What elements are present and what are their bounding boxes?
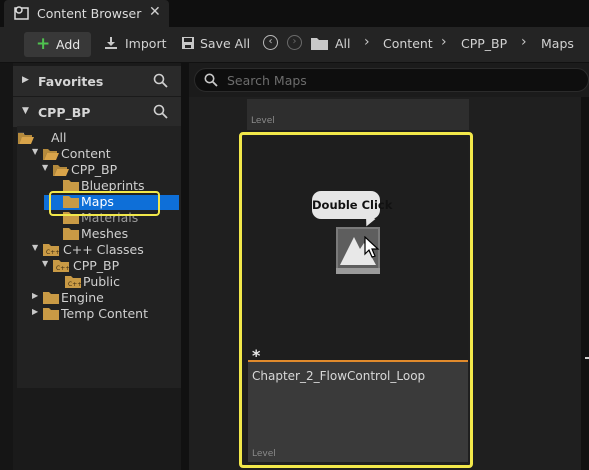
asset-type-label: Level: [251, 116, 275, 126]
plus-icon: +: [36, 34, 51, 54]
save-icon: [182, 37, 194, 49]
svg-text:C++: C++: [46, 249, 59, 256]
expand-arrow-icon: ▶: [22, 75, 29, 85]
cpp-folder-icon: C++: [53, 260, 69, 272]
tab-content-browser[interactable]: Content Browser ✕: [4, 0, 169, 27]
favorites-title: Favorites: [38, 74, 104, 89]
search-icon[interactable]: [153, 104, 168, 119]
mouse-cursor-icon: [364, 236, 380, 258]
asset-highlight-frame: [239, 132, 473, 468]
folder-icon: [63, 228, 79, 240]
folder-open-icon: [18, 133, 34, 144]
cpp-folder-icon: C++: [43, 244, 59, 256]
breadcrumb-all[interactable]: All: [335, 36, 351, 51]
maps-highlight-frame: [49, 191, 160, 216]
folder-icon: [43, 292, 59, 304]
svg-text:C++: C++: [56, 265, 69, 272]
tab-bar: Content Browser ✕: [0, 0, 589, 27]
search-icon: [204, 73, 218, 87]
favorites-header[interactable]: ▶ Favorites: [13, 66, 181, 96]
folder-icon: [43, 308, 59, 320]
back-icon[interactable]: ‹: [263, 35, 278, 50]
breadcrumb-cpp-bp[interactable]: CPP_BP: [461, 36, 507, 51]
chevron-right-icon: ›: [521, 34, 527, 50]
svg-text:C++: C++: [68, 281, 81, 288]
edge-marker: [585, 357, 589, 359]
add-button[interactable]: + Add: [24, 32, 91, 57]
folder-icon: [311, 38, 328, 50]
collapse-arrow-icon: ▼: [22, 106, 29, 116]
cpp-folder-icon: C++: [65, 276, 81, 288]
close-icon[interactable]: ✕: [149, 4, 161, 20]
save-all-button[interactable]: Save All: [200, 36, 250, 51]
import-icon: [105, 37, 117, 49]
search-placeholder: Search Maps: [227, 73, 307, 88]
import-button[interactable]: Import: [125, 36, 167, 51]
toolbar: + Add Import Save All ‹ › All › Content …: [0, 27, 589, 63]
chevron-right-icon: ›: [441, 34, 447, 50]
add-button-label: Add: [56, 37, 81, 52]
asset-tile-partial[interactable]: Level: [247, 99, 469, 130]
project-header[interactable]: ▼ CPP_BP: [13, 97, 181, 127]
folder-open-icon: [43, 149, 59, 160]
panel-splitter[interactable]: [181, 63, 189, 470]
scrollbar[interactable]: [581, 97, 589, 470]
forward-icon[interactable]: ›: [287, 35, 302, 50]
search-icon[interactable]: [153, 73, 168, 88]
breadcrumb-maps[interactable]: Maps: [541, 36, 574, 51]
folder-open-icon: [53, 165, 69, 176]
search-input[interactable]: Search Maps: [194, 68, 589, 92]
chevron-right-icon: ›: [364, 34, 370, 50]
content-browser-icon: [14, 6, 29, 20]
tab-title: Content Browser: [37, 6, 142, 21]
breadcrumb-content[interactable]: Content: [383, 36, 433, 51]
project-title: CPP_BP: [38, 105, 91, 120]
